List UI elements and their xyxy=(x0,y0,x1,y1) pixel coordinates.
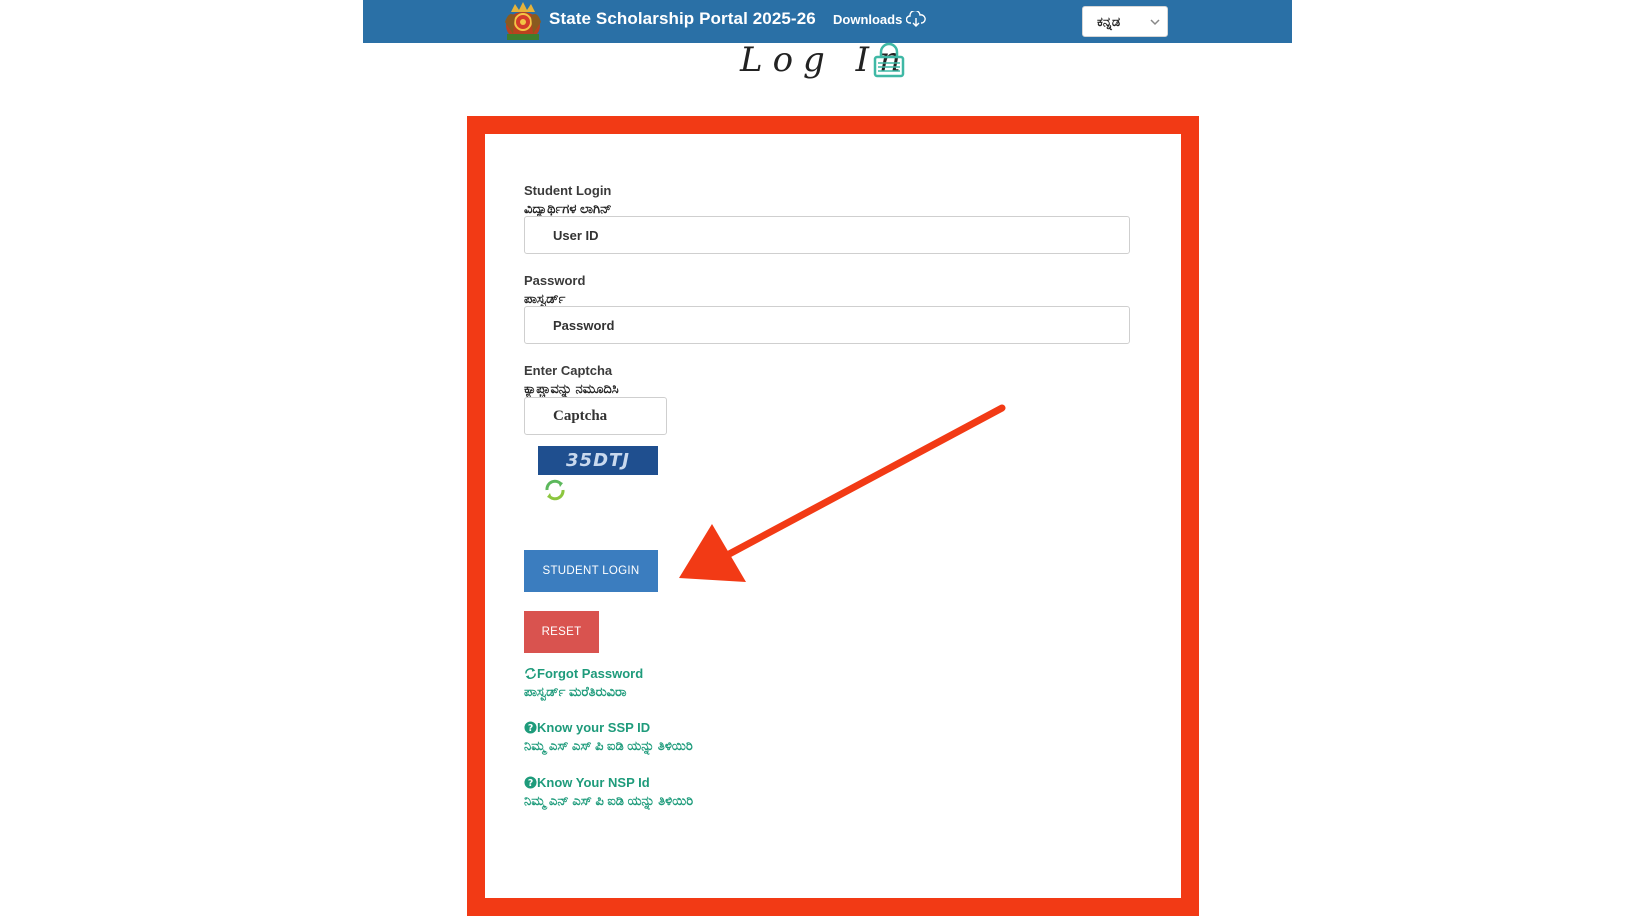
password-label-kannada: ಪಾಸ್ವರ್ಡ್ xyxy=(524,291,566,306)
forgot-password-link-kannada[interactable]: ಪಾಸ್ವರ್ಡ್ ಮರೆತಿರುವಿರಾ xyxy=(524,684,627,700)
language-select[interactable]: ಕನ್ನಡ xyxy=(1082,6,1168,37)
refresh-captcha-icon[interactable] xyxy=(543,478,567,502)
know-ssp-id-link-kannada[interactable]: ನಿಮ್ಮ ಎಸ್ ಎಸ್ ಪಿ ಐಡಿ ಯನ್ನು ತಿಳಿಯಿರಿ xyxy=(524,738,693,754)
portal-title: State Scholarship Portal 2025-26 xyxy=(549,9,816,28)
captcha-input[interactable] xyxy=(524,397,667,435)
know-nsp-id-link[interactable]: ? Know Your NSP Id xyxy=(524,775,650,790)
question-circle-icon: ? xyxy=(524,721,537,734)
downloads-label: Downloads xyxy=(833,11,903,27)
captcha-image: 35DTJ xyxy=(538,446,658,475)
password-label: Password xyxy=(524,273,586,288)
know-ssp-id-link[interactable]: ? Know your SSP ID xyxy=(524,720,650,735)
chevron-down-icon xyxy=(1150,19,1160,26)
highlight-frame: Student Login ವಿದ್ಯಾರ್ಥಿಗಳ ಲಾಗಿನ್ Passwo… xyxy=(467,116,1199,916)
cloud-download-icon xyxy=(906,11,927,27)
state-emblem-icon xyxy=(505,2,541,40)
captcha-label: Enter Captcha xyxy=(524,363,613,378)
downloads-link[interactable]: Downloads xyxy=(833,11,927,27)
forgot-password-label: Forgot Password xyxy=(537,666,644,681)
student-login-label-kannada: ವಿದ್ಯಾರ್ಥಿಗಳ ಲಾಗಿನ್ xyxy=(524,201,612,216)
reset-button[interactable]: RESET xyxy=(524,611,599,653)
password-input[interactable] xyxy=(524,306,1130,344)
lock-icon xyxy=(873,42,905,78)
captcha-label-kannada: ಕ್ಯಾಪ್ಚಾವನ್ನು ನಮೂದಿಸಿ xyxy=(524,381,619,396)
know-nsp-id-label: Know Your NSP Id xyxy=(537,775,650,790)
forgot-password-link[interactable]: Forgot Password xyxy=(524,666,643,681)
svg-text:?: ? xyxy=(528,723,533,734)
question-circle-icon: ? xyxy=(524,776,537,789)
user-id-input[interactable] xyxy=(524,216,1130,254)
language-selected-value: ಕನ್ನಡ xyxy=(1097,13,1121,29)
login-form: Student Login ವಿದ್ಯಾರ್ಥಿಗಳ ಲಾಗಿನ್ Passwo… xyxy=(485,134,1181,898)
know-ssp-id-label: Know your SSP ID xyxy=(537,720,651,735)
student-login-label: Student Login xyxy=(524,183,612,198)
svg-text:?: ? xyxy=(528,778,533,789)
top-bar: State Scholarship Portal 2025-26 Downloa… xyxy=(363,0,1292,43)
student-login-button[interactable]: STUDENT LOGIN xyxy=(524,550,658,592)
sync-icon xyxy=(525,667,536,680)
know-nsp-id-link-kannada[interactable]: ನಿಮ್ಮ ಎನ್ ಎಸ್ ಪಿ ಐಡಿ ಯನ್ನು ತಿಳಿಯಿರಿ xyxy=(524,793,693,809)
